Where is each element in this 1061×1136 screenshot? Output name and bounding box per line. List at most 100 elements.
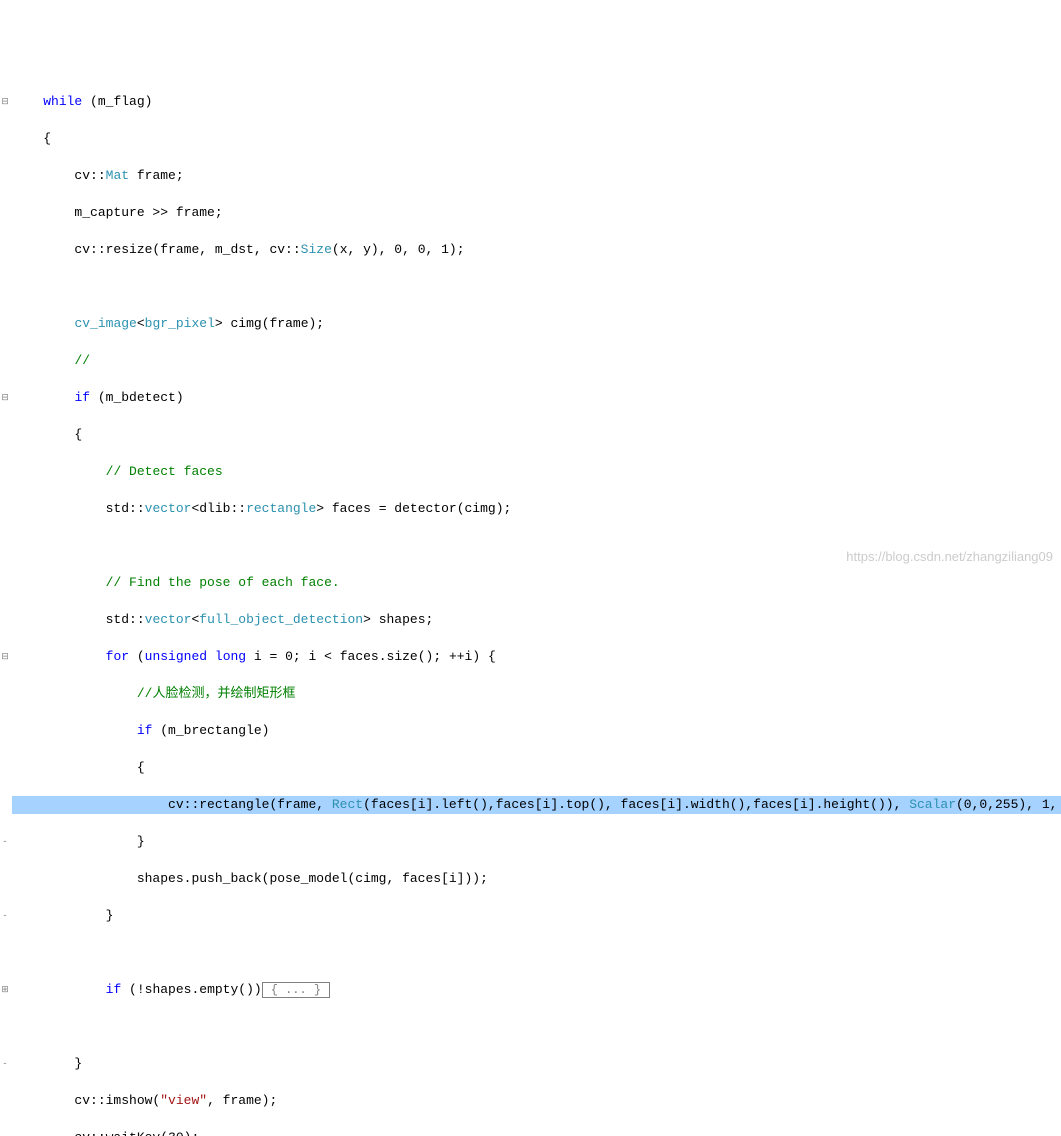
code-text: cv::rectangle(frame, (43, 797, 332, 812)
code-line[interactable]: { (12, 426, 1061, 445)
keyword: while (43, 94, 82, 109)
code-text: frame; (129, 168, 184, 183)
type: Rect (332, 797, 363, 812)
code-line[interactable]: - } (12, 1055, 1061, 1074)
type: full_object_detection (199, 612, 363, 627)
type: rectangle (246, 501, 316, 516)
code-line[interactable]: std::vector<full_object_detection> shape… (12, 611, 1061, 630)
string: "view" (160, 1093, 207, 1108)
code-line[interactable]: cv_image<bgr_pixel> cimg(frame); (12, 315, 1061, 334)
code-text: (!shapes.empty()) (121, 982, 261, 997)
code-editor[interactable]: ⊟ while (m_flag) { cv::Mat frame; m_capt… (0, 74, 1061, 1136)
code-text: > shapes; (363, 612, 433, 627)
code-text: < (191, 612, 199, 627)
type: Size (301, 242, 332, 257)
comment: // (74, 353, 90, 368)
code-text: (m_brectangle) (152, 723, 269, 738)
code-line[interactable]: // Find the pose of each face. (12, 574, 1061, 593)
code-line[interactable]: cv::resize(frame, m_dst, cv::Size(x, y),… (12, 241, 1061, 260)
keyword: if (74, 390, 90, 405)
code-text: } (43, 834, 144, 849)
code-text (43, 982, 105, 997)
fold-mark-icon[interactable]: ⊟ (0, 93, 10, 112)
keyword: unsigned (145, 649, 207, 664)
code-line[interactable]: ⊟ for (unsigned long i = 0; i < faces.si… (12, 648, 1061, 667)
code-line[interactable]: cv::imshow("view", frame); (12, 1092, 1061, 1111)
comment: //人脸检测，并绘制矩形框 (137, 686, 296, 701)
code-text (43, 575, 105, 590)
code-text: { (43, 131, 51, 146)
code-text: std:: (43, 612, 144, 627)
code-text: (m_bdetect) (90, 390, 184, 405)
code-line[interactable]: cv::waitKey(30); (12, 1129, 1061, 1136)
code-text: (0,0,255), 1, 1, (956, 797, 1061, 812)
code-text: <dlib:: (191, 501, 246, 516)
code-text: cv::imshow( (43, 1093, 160, 1108)
code-text: (faces[i].left(),faces[i].top(), faces[i… (363, 797, 909, 812)
code-line[interactable]: // Detect faces (12, 463, 1061, 482)
code-line[interactable]: m_capture >> frame; (12, 204, 1061, 223)
code-line[interactable]: ⊞ if (!shapes.empty()){ ... } (12, 981, 1061, 1000)
watermark-text: https://blog.csdn.net/zhangziliang09 (846, 548, 1053, 567)
code-line[interactable]: if (m_brectangle) (12, 722, 1061, 741)
code-text: { (43, 760, 144, 775)
code-text: < (137, 316, 145, 331)
code-text: > faces = detector(cimg); (316, 501, 511, 516)
code-line[interactable]: ⊟ if (m_bdetect) (12, 389, 1061, 408)
fold-mark-icon[interactable]: - (0, 1055, 10, 1074)
code-line[interactable]: cv::Mat frame; (12, 167, 1061, 186)
type: cv_image (74, 316, 136, 331)
code-line[interactable]: - } (12, 907, 1061, 926)
keyword: long (215, 649, 246, 664)
code-text: shapes.push_back(pose_model(cimg, faces[… (43, 871, 488, 886)
code-text: i = 0; i < faces.size(); ++i) { (246, 649, 496, 664)
code-text: , frame); (207, 1093, 277, 1108)
keyword: for (106, 649, 129, 664)
fold-mark-icon[interactable]: - (0, 833, 10, 852)
code-line[interactable]: //人脸检测，并绘制矩形框 (12, 685, 1061, 704)
code-text (43, 686, 137, 701)
code-line[interactable]: ⊟ while (m_flag) (12, 93, 1061, 112)
code-line[interactable]: { (12, 130, 1061, 149)
code-text: std:: (43, 501, 144, 516)
code-text (43, 464, 105, 479)
fold-mark-icon[interactable]: ⊟ (0, 389, 10, 408)
code-line[interactable]: { (12, 759, 1061, 778)
type: Scalar (909, 797, 956, 812)
type: vector (145, 501, 192, 516)
folded-code-box[interactable]: { ... } (262, 982, 330, 998)
code-line[interactable]: std::vector<dlib::rectangle> faces = det… (12, 500, 1061, 519)
highlighted-line[interactable]: cv::rectangle(frame, Rect(faces[i].left(… (12, 796, 1061, 815)
keyword: if (137, 723, 153, 738)
fold-mark-icon[interactable]: ⊟ (0, 648, 10, 667)
code-line[interactable] (12, 944, 1061, 963)
type: bgr_pixel (145, 316, 215, 331)
code-text: > cimg(frame); (215, 316, 324, 331)
code-line[interactable] (12, 1018, 1061, 1037)
code-text (207, 649, 215, 664)
code-text: cv::waitKey(30); (43, 1130, 199, 1136)
type: vector (145, 612, 192, 627)
code-text (43, 353, 74, 368)
comment: // Find the pose of each face. (106, 575, 340, 590)
code-text: ( (129, 649, 145, 664)
code-line[interactable]: - } (12, 833, 1061, 852)
code-line[interactable]: // (12, 352, 1061, 371)
code-text (43, 649, 105, 664)
code-text (43, 316, 74, 331)
code-text (43, 723, 137, 738)
code-text: (x, y), 0, 0, 1); (332, 242, 465, 257)
code-line[interactable] (12, 278, 1061, 297)
fold-mark-icon[interactable]: - (0, 907, 10, 926)
keyword: if (106, 982, 122, 997)
fold-mark-icon[interactable]: ⊞ (0, 981, 10, 1000)
code-line[interactable]: shapes.push_back(pose_model(cimg, faces[… (12, 870, 1061, 889)
code-text: (m_flag) (82, 94, 152, 109)
code-text: cv:: (43, 168, 105, 183)
code-text: } (43, 1056, 82, 1071)
comment: // Detect faces (106, 464, 223, 479)
code-text: { (43, 427, 82, 442)
code-text (43, 390, 74, 405)
code-text: } (43, 908, 113, 923)
code-text: cv::resize(frame, m_dst, cv:: (43, 242, 300, 257)
